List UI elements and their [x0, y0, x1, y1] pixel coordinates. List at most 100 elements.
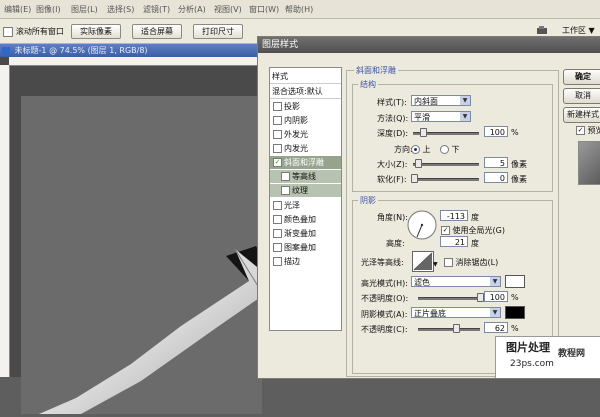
- soften-unit: 像素: [511, 175, 527, 184]
- gloss-contour-picker[interactable]: [412, 251, 434, 272]
- highlight-opacity-thumb[interactable]: [477, 293, 484, 302]
- direction-down-radio[interactable]: [440, 145, 449, 154]
- actual-pixels-button[interactable]: 实际像素: [71, 24, 121, 39]
- dialog-title: 图层样式: [262, 40, 299, 50]
- menu-help[interactable]: 帮助(H): [285, 4, 313, 15]
- watermark-text-2: 教程网: [558, 349, 586, 359]
- menu-layer[interactable]: 图层(L): [71, 4, 98, 15]
- preview-checkbox[interactable]: ✓: [576, 126, 585, 135]
- image-canvas[interactable]: [21, 96, 262, 414]
- soften-slider[interactable]: [413, 178, 479, 181]
- technique-select[interactable]: 平滑 ▼: [411, 111, 471, 122]
- menu-filter[interactable]: 滤镜(T): [143, 4, 170, 15]
- highlight-mode-label: 高光模式(H):: [361, 279, 408, 288]
- scroll-all-checkbox[interactable]: [3, 26, 13, 37]
- effect-inner-glow[interactable]: 内发光: [270, 142, 341, 155]
- effect-stroke[interactable]: 描边: [270, 255, 341, 268]
- new-style-button[interactable]: 新建样式: [563, 107, 600, 123]
- highlight-mode-select[interactable]: 滤色 ▼: [411, 276, 501, 287]
- depth-label: 深度(D):: [377, 129, 409, 138]
- menu-window[interactable]: 窗口(W): [249, 4, 279, 15]
- size-input[interactable]: 5: [484, 157, 508, 168]
- bevel-style-select[interactable]: 内斜面 ▼: [411, 95, 471, 106]
- direction-label: 方向:: [394, 145, 413, 154]
- shadow-mode-label: 阴影模式(A):: [361, 310, 408, 319]
- document-title-bar[interactable]: 未标题-1 @ 74.5% (图层 1, RGB/8): [0, 44, 262, 57]
- effect-color-overlay[interactable]: 颜色叠加: [270, 213, 341, 226]
- styles-header[interactable]: 样式: [270, 70, 341, 84]
- effect-inner-shadow[interactable]: 内阴影: [270, 114, 341, 127]
- effect-outer-glow[interactable]: 外发光: [270, 128, 341, 141]
- angle-input[interactable]: -113: [440, 210, 468, 221]
- shadow-opacity-slider[interactable]: [418, 328, 480, 331]
- highlight-opacity-slider[interactable]: [418, 297, 480, 300]
- depth-input[interactable]: 100: [484, 126, 508, 137]
- shadow-opacity-thumb[interactable]: [453, 324, 461, 333]
- soften-input[interactable]: 0: [484, 172, 508, 183]
- shadow-opacity-label: 不透明度(C):: [361, 325, 408, 334]
- direction-up-option[interactable]: 上: [411, 144, 431, 155]
- blend-options-item[interactable]: 混合选项:默认: [270, 85, 341, 99]
- watermark: 图片处理 教程网 23ps.com: [495, 336, 600, 378]
- styles-list: 样式 混合选项:默认 投影 内阴影 外发光 内发光 ✓ 斜面和浮雕 等高线 纹理 …: [269, 67, 342, 331]
- highlight-opacity-label: 不透明度(O):: [361, 294, 409, 303]
- direction-down-option[interactable]: 下: [440, 144, 460, 155]
- fit-screen-button[interactable]: 适合屏幕: [132, 24, 182, 39]
- altitude-unit: 度: [471, 239, 479, 248]
- palette-well-icon[interactable]: [536, 25, 548, 35]
- style-preview-thumbnail: [578, 141, 600, 185]
- shadow-opacity-unit: %: [511, 324, 519, 333]
- dialog-title-bar[interactable]: 图层样式: [258, 37, 600, 53]
- workspace-menu[interactable]: 工作区 ▼: [562, 25, 595, 36]
- angle-unit: 度: [471, 213, 479, 222]
- effect-satin[interactable]: 光泽: [270, 199, 341, 212]
- global-light-checkbox[interactable]: ✓: [441, 226, 450, 235]
- size-slider-thumb[interactable]: [415, 159, 422, 168]
- size-unit: 像素: [511, 160, 527, 169]
- size-slider[interactable]: [413, 163, 479, 166]
- layer-style-dialog: 图层样式 样式 混合选项:默认 投影 内阴影 外发光 内发光 ✓ 斜面和浮雕 等高…: [257, 36, 600, 379]
- knife-image: [39, 246, 262, 414]
- scroll-all-windows[interactable]: 滚动所有窗口: [3, 26, 64, 37]
- technique-label: 方法(Q):: [377, 114, 409, 123]
- print-size-button[interactable]: 打印尺寸: [193, 24, 243, 39]
- document-title: 未标题-1 @ 74.5% (图层 1, RGB/8): [14, 46, 148, 55]
- effect-contour[interactable]: 等高线: [270, 170, 341, 183]
- direction-up-radio[interactable]: [411, 145, 420, 154]
- menu-select[interactable]: 选择(S): [107, 4, 134, 15]
- watermark-url: 23ps.com: [510, 359, 554, 369]
- ok-button[interactable]: 确定: [563, 69, 600, 85]
- shading-title: 阴影: [358, 195, 378, 206]
- menu-view[interactable]: 视图(V): [214, 4, 242, 15]
- chevron-down-icon: ▼: [490, 308, 500, 317]
- menu-image[interactable]: 图像(I): [36, 4, 61, 15]
- effect-drop-shadow[interactable]: 投影: [270, 100, 341, 113]
- highlight-color-swatch[interactable]: [505, 275, 525, 288]
- depth-slider-thumb[interactable]: [419, 128, 427, 137]
- shadow-color-swatch[interactable]: [505, 306, 525, 319]
- preview-option[interactable]: ✓ 预览: [576, 125, 600, 136]
- altitude-input[interactable]: 21: [440, 236, 468, 247]
- shadow-opacity-input[interactable]: 62: [484, 322, 508, 333]
- highlight-opacity-input[interactable]: 100: [484, 291, 508, 302]
- ps-app-icon: [2, 46, 10, 55]
- menu-analysis[interactable]: 分析(A): [178, 4, 206, 15]
- size-label: 大小(Z):: [377, 160, 408, 169]
- angle-dial[interactable]: [407, 210, 437, 240]
- highlight-opacity-unit: %: [511, 293, 519, 302]
- global-light-option[interactable]: ✓ 使用全局光(G): [441, 225, 505, 236]
- scroll-all-label: 滚动所有窗口: [15, 27, 64, 36]
- effect-gradient-overlay[interactable]: 渐变叠加: [270, 227, 341, 240]
- anti-alias-checkbox[interactable]: [444, 258, 453, 267]
- cancel-button[interactable]: 取消: [563, 88, 600, 104]
- effect-texture[interactable]: 纹理: [270, 184, 341, 197]
- shadow-mode-select[interactable]: 正片叠底 ▼: [411, 307, 501, 318]
- anti-alias-option[interactable]: 消除锯齿(L): [444, 257, 498, 268]
- soften-slider-thumb[interactable]: [411, 174, 418, 183]
- depth-unit: %: [511, 128, 519, 137]
- effect-pattern-overlay[interactable]: 图案叠加: [270, 241, 341, 254]
- menu-edit[interactable]: 编辑(E): [4, 4, 31, 15]
- chevron-down-icon[interactable]: ▼: [433, 261, 438, 268]
- effect-bevel-emboss[interactable]: ✓ 斜面和浮雕: [270, 156, 341, 169]
- horizontal-ruler: [9, 57, 262, 66]
